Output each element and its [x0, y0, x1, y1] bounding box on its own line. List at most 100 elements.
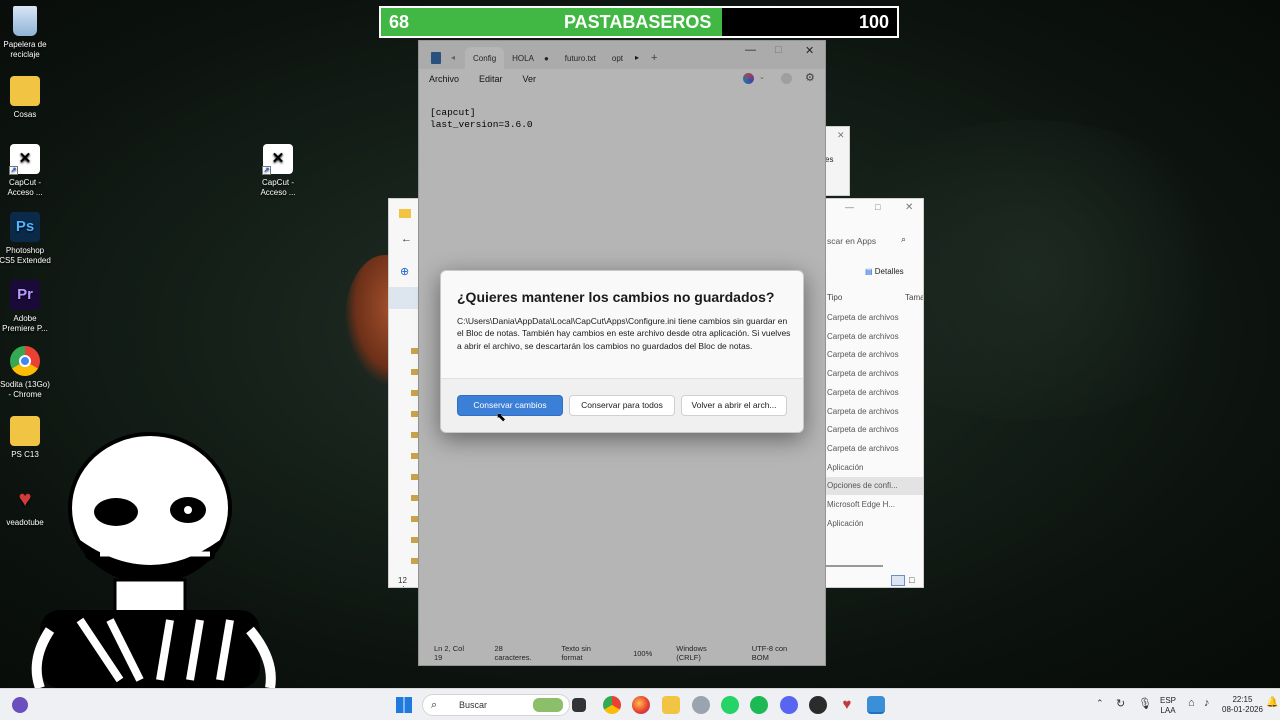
- list-view-icon[interactable]: [891, 575, 905, 586]
- network-icon[interactable]: ⌂: [1188, 697, 1195, 709]
- desktop-icon-label: CapCut - Acceso ...: [260, 178, 296, 197]
- desktop-icon-recycle-bin[interactable]: Papelera de reciclaje: [0, 6, 52, 60]
- tray-overflow-icon[interactable]: ⌃: [1096, 698, 1104, 709]
- desktop-icon-label: Photoshop CS5 Extended: [0, 246, 51, 265]
- desktop-icon-photoshop[interactable]: Ps Photoshop CS5 Extended: [0, 212, 52, 266]
- skeleton-avatar: [31, 432, 276, 688]
- wifi-icon[interactable]: ↻: [1116, 697, 1125, 710]
- clock[interactable]: 22:15 08-01-2026: [1222, 695, 1263, 715]
- desktop-icon-label: Sodita (13Go) - Chrome: [0, 380, 50, 399]
- new-icon[interactable]: ⊕: [400, 265, 409, 278]
- windows-start-icon[interactable]: [396, 697, 412, 713]
- taskbar: ⌕ Buscar ♥ ⌃ ↻ 🎙 ESP LAA ⌂ ♪ 22:15 08-01-20…: [0, 688, 1280, 720]
- score-progress-bar: 68 PASTABASEROS 100: [379, 6, 899, 38]
- desktop-icon-capcut[interactable]: ✕ ↗ CapCut - Acceso ...: [0, 144, 52, 198]
- file-row[interactable]: Carpeta de archivos: [823, 384, 923, 402]
- score-left-value: 68: [389, 12, 410, 32]
- spotify-icon[interactable]: [750, 696, 768, 714]
- back-arrow-icon[interactable]: ←: [401, 233, 412, 245]
- desktop-icon-capcut-2[interactable]: ✕ ↗ CapCut - Acceso ...: [251, 144, 305, 198]
- desktop-icon-label: Adobe Premiere P...: [2, 314, 48, 333]
- details-label: Detalles: [874, 267, 904, 276]
- desktop-icon-premiere[interactable]: Pr Adobe Premiere P...: [0, 280, 52, 334]
- task-view-icon[interactable]: [572, 698, 586, 712]
- desktop-icon-label: Papelera de reciclaje: [3, 40, 47, 59]
- background-window[interactable]: ✕ es: [822, 126, 850, 196]
- score-right-value: 100: [858, 12, 889, 32]
- notification-bell-icon[interactable]: 🔔: [1266, 697, 1278, 708]
- clock-time: 22:15: [1232, 695, 1253, 704]
- search-highlight-icon: [533, 698, 563, 712]
- background-window-text: es: [825, 155, 834, 164]
- apps-search-input[interactable]: scar en Apps: [823, 231, 923, 251]
- search-icon: ⌕: [431, 699, 438, 711]
- shortcut-arrow-icon: ↗: [262, 166, 271, 175]
- desktop-icon-label: CapCut - Acceso ...: [7, 178, 43, 197]
- recycle-bin-icon: [13, 6, 37, 36]
- dialog-message: C:\Users\Dania\AppData\Local\CapCut\Apps…: [457, 316, 791, 351]
- desktop: Papelera de reciclaje Cosas ✕ ↗ CapCut - …: [0, 0, 1280, 688]
- clock-date: 08-01-2026: [1222, 705, 1263, 714]
- folder-icon: [399, 209, 411, 218]
- file-row[interactable]: Opciones de confi...: [823, 477, 923, 496]
- firefox-icon[interactable]: [632, 696, 650, 714]
- file-row[interactable]: Carpeta de archivos: [823, 421, 923, 439]
- file-row[interactable]: Aplicación: [823, 459, 923, 477]
- whatsapp-icon[interactable]: [721, 696, 739, 714]
- details-button[interactable]: ▤ Detalles: [865, 267, 904, 276]
- chrome-icon[interactable]: [603, 696, 621, 714]
- desktop-icon-chrome[interactable]: Sodita (13Go) - Chrome: [0, 346, 52, 400]
- photoshop-icon: Ps: [10, 212, 40, 242]
- keep-changes-button[interactable]: Conservar cambios: [457, 395, 563, 416]
- media-player-icon[interactable]: [692, 696, 710, 714]
- file-row[interactable]: Carpeta de archivos: [823, 440, 923, 458]
- mouse-cursor-icon: ⬉: [496, 410, 507, 424]
- file-row[interactable]: Carpeta de archivos: [823, 328, 923, 346]
- file-row[interactable]: Aplicación: [823, 515, 923, 533]
- file-row[interactable]: Carpeta de archivos: [823, 309, 923, 327]
- file-explorer-right[interactable]: — □ ✕ scar en Apps ⌕ ▤ Detalles Tipo Tam…: [822, 198, 924, 588]
- score-title: PASTABASEROS: [564, 12, 712, 32]
- lang-top: ESP: [1160, 696, 1177, 705]
- premiere-icon: Pr: [10, 280, 40, 310]
- file-row[interactable]: Carpeta de archivos: [823, 365, 923, 383]
- column-type[interactable]: Tipo: [827, 293, 842, 302]
- file-explorer-left[interactable]: ← ⊕ 12 ele: [388, 198, 420, 588]
- file-explorer-icon[interactable]: [662, 696, 680, 714]
- desktop-icon-label: Cosas: [13, 110, 37, 119]
- dialog-title: ¿Quieres mantener los cambios no guardad…: [457, 289, 775, 305]
- close-icon[interactable]: ✕: [905, 202, 913, 213]
- folder-icon: [10, 76, 40, 106]
- search-placeholder: Buscar: [459, 700, 488, 710]
- microphone-icon[interactable]: 🎙: [1138, 697, 1152, 710]
- capcut-icon: ✕ ↗: [9, 144, 40, 175]
- search-icon: ⌕: [901, 234, 907, 244]
- close-icon[interactable]: ✕: [837, 130, 845, 141]
- minimize-icon[interactable]: —: [845, 202, 854, 212]
- maximize-icon[interactable]: □: [875, 202, 880, 212]
- widgets-icon[interactable]: [12, 697, 28, 713]
- reopen-file-button[interactable]: Volver a abrir el arch...: [681, 395, 787, 416]
- shortcut-arrow-icon: ↗: [9, 166, 18, 175]
- unsaved-changes-dialog: ¿Quieres mantener los cambios no guardad…: [440, 270, 804, 433]
- lang-bottom: LAA: [1160, 706, 1176, 715]
- taskbar-search-input[interactable]: ⌕ Buscar: [422, 694, 570, 716]
- file-row[interactable]: Microsoft Edge H...: [823, 496, 923, 514]
- notepad-taskbar-icon[interactable]: [867, 696, 885, 714]
- language-indicator[interactable]: ESP LAA: [1160, 696, 1176, 716]
- discord-icon[interactable]: [780, 696, 798, 714]
- desktop-icon-cosas[interactable]: Cosas: [0, 76, 52, 120]
- file-row[interactable]: Carpeta de archivos: [823, 403, 923, 421]
- capcut-icon: ✕ ↗: [262, 144, 293, 175]
- file-row[interactable]: Carpeta de archivos: [823, 346, 923, 364]
- details-icon: ▤: [865, 267, 875, 276]
- keep-all-button[interactable]: Conservar para todos: [569, 395, 675, 416]
- nav-pane: [389, 287, 419, 309]
- obs-icon[interactable]: [809, 696, 827, 714]
- scrollbar[interactable]: [825, 565, 883, 567]
- column-size[interactable]: Tama: [905, 293, 923, 302]
- explorer-status: 12 ele: [398, 576, 409, 587]
- grid-view-icon[interactable]: □: [909, 575, 914, 585]
- volume-icon[interactable]: ♪: [1204, 697, 1210, 709]
- veadotube-icon[interactable]: ♥: [838, 696, 856, 714]
